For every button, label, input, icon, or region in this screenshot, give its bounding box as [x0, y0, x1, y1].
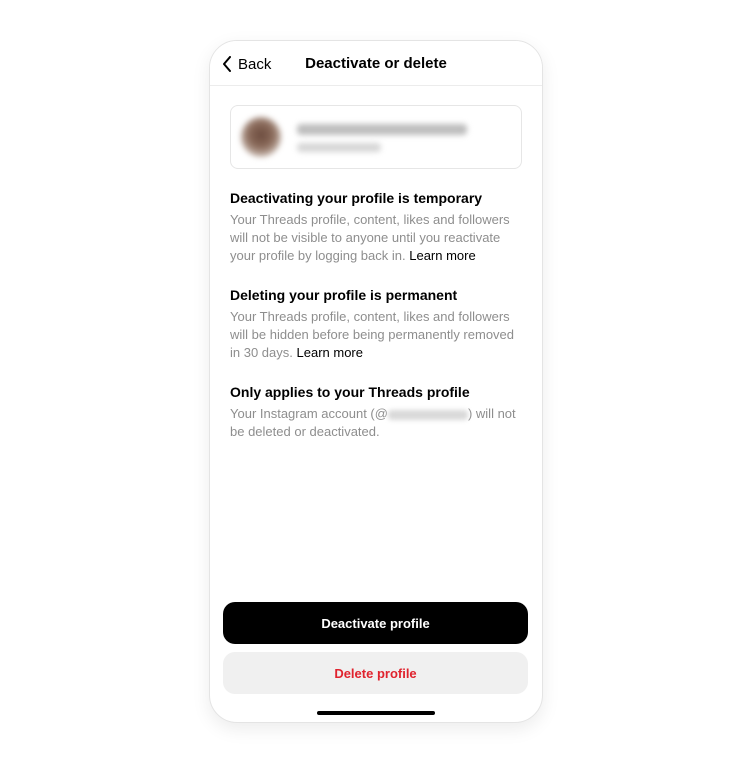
redacted-name	[297, 143, 381, 152]
section-title: Deactivating your profile is temporary	[230, 190, 483, 206]
learn-more-link[interactable]: Learn more	[297, 345, 363, 360]
section-body: Your Threads profile, content, likes and…	[230, 308, 522, 362]
section-body: Your Instagram account (@) will not be d…	[230, 405, 522, 441]
delete-info-section: Deleting your profile is permanent Your …	[230, 286, 522, 362]
deactivate-profile-button[interactable]: Deactivate profile	[223, 602, 528, 644]
section-title: Only applies to your Threads profile	[230, 384, 470, 400]
threads-only-section: Only applies to your Threads profile You…	[230, 383, 522, 441]
avatar	[241, 117, 281, 157]
nav-bar: Back Deactivate or delete	[210, 41, 542, 86]
section-body-text: Your Threads profile, content, likes and…	[230, 309, 515, 360]
redacted-handle	[387, 409, 468, 420]
section-body: Your Threads profile, content, likes and…	[230, 211, 522, 265]
home-indicator	[317, 711, 435, 715]
section-body-prefix: Your Instagram account (@	[230, 406, 388, 421]
phone-frame: Back Deactivate or delete Deactivating y…	[209, 40, 543, 723]
page-title: Deactivate or delete	[305, 55, 447, 72]
deactivate-info-section: Deactivating your profile is temporary Y…	[230, 189, 522, 265]
section-title: Deleting your profile is permanent	[230, 287, 458, 303]
account-card	[230, 105, 522, 169]
learn-more-link[interactable]: Learn more	[409, 248, 475, 263]
delete-profile-button[interactable]: Delete profile	[223, 652, 528, 694]
redacted-username	[297, 124, 467, 135]
